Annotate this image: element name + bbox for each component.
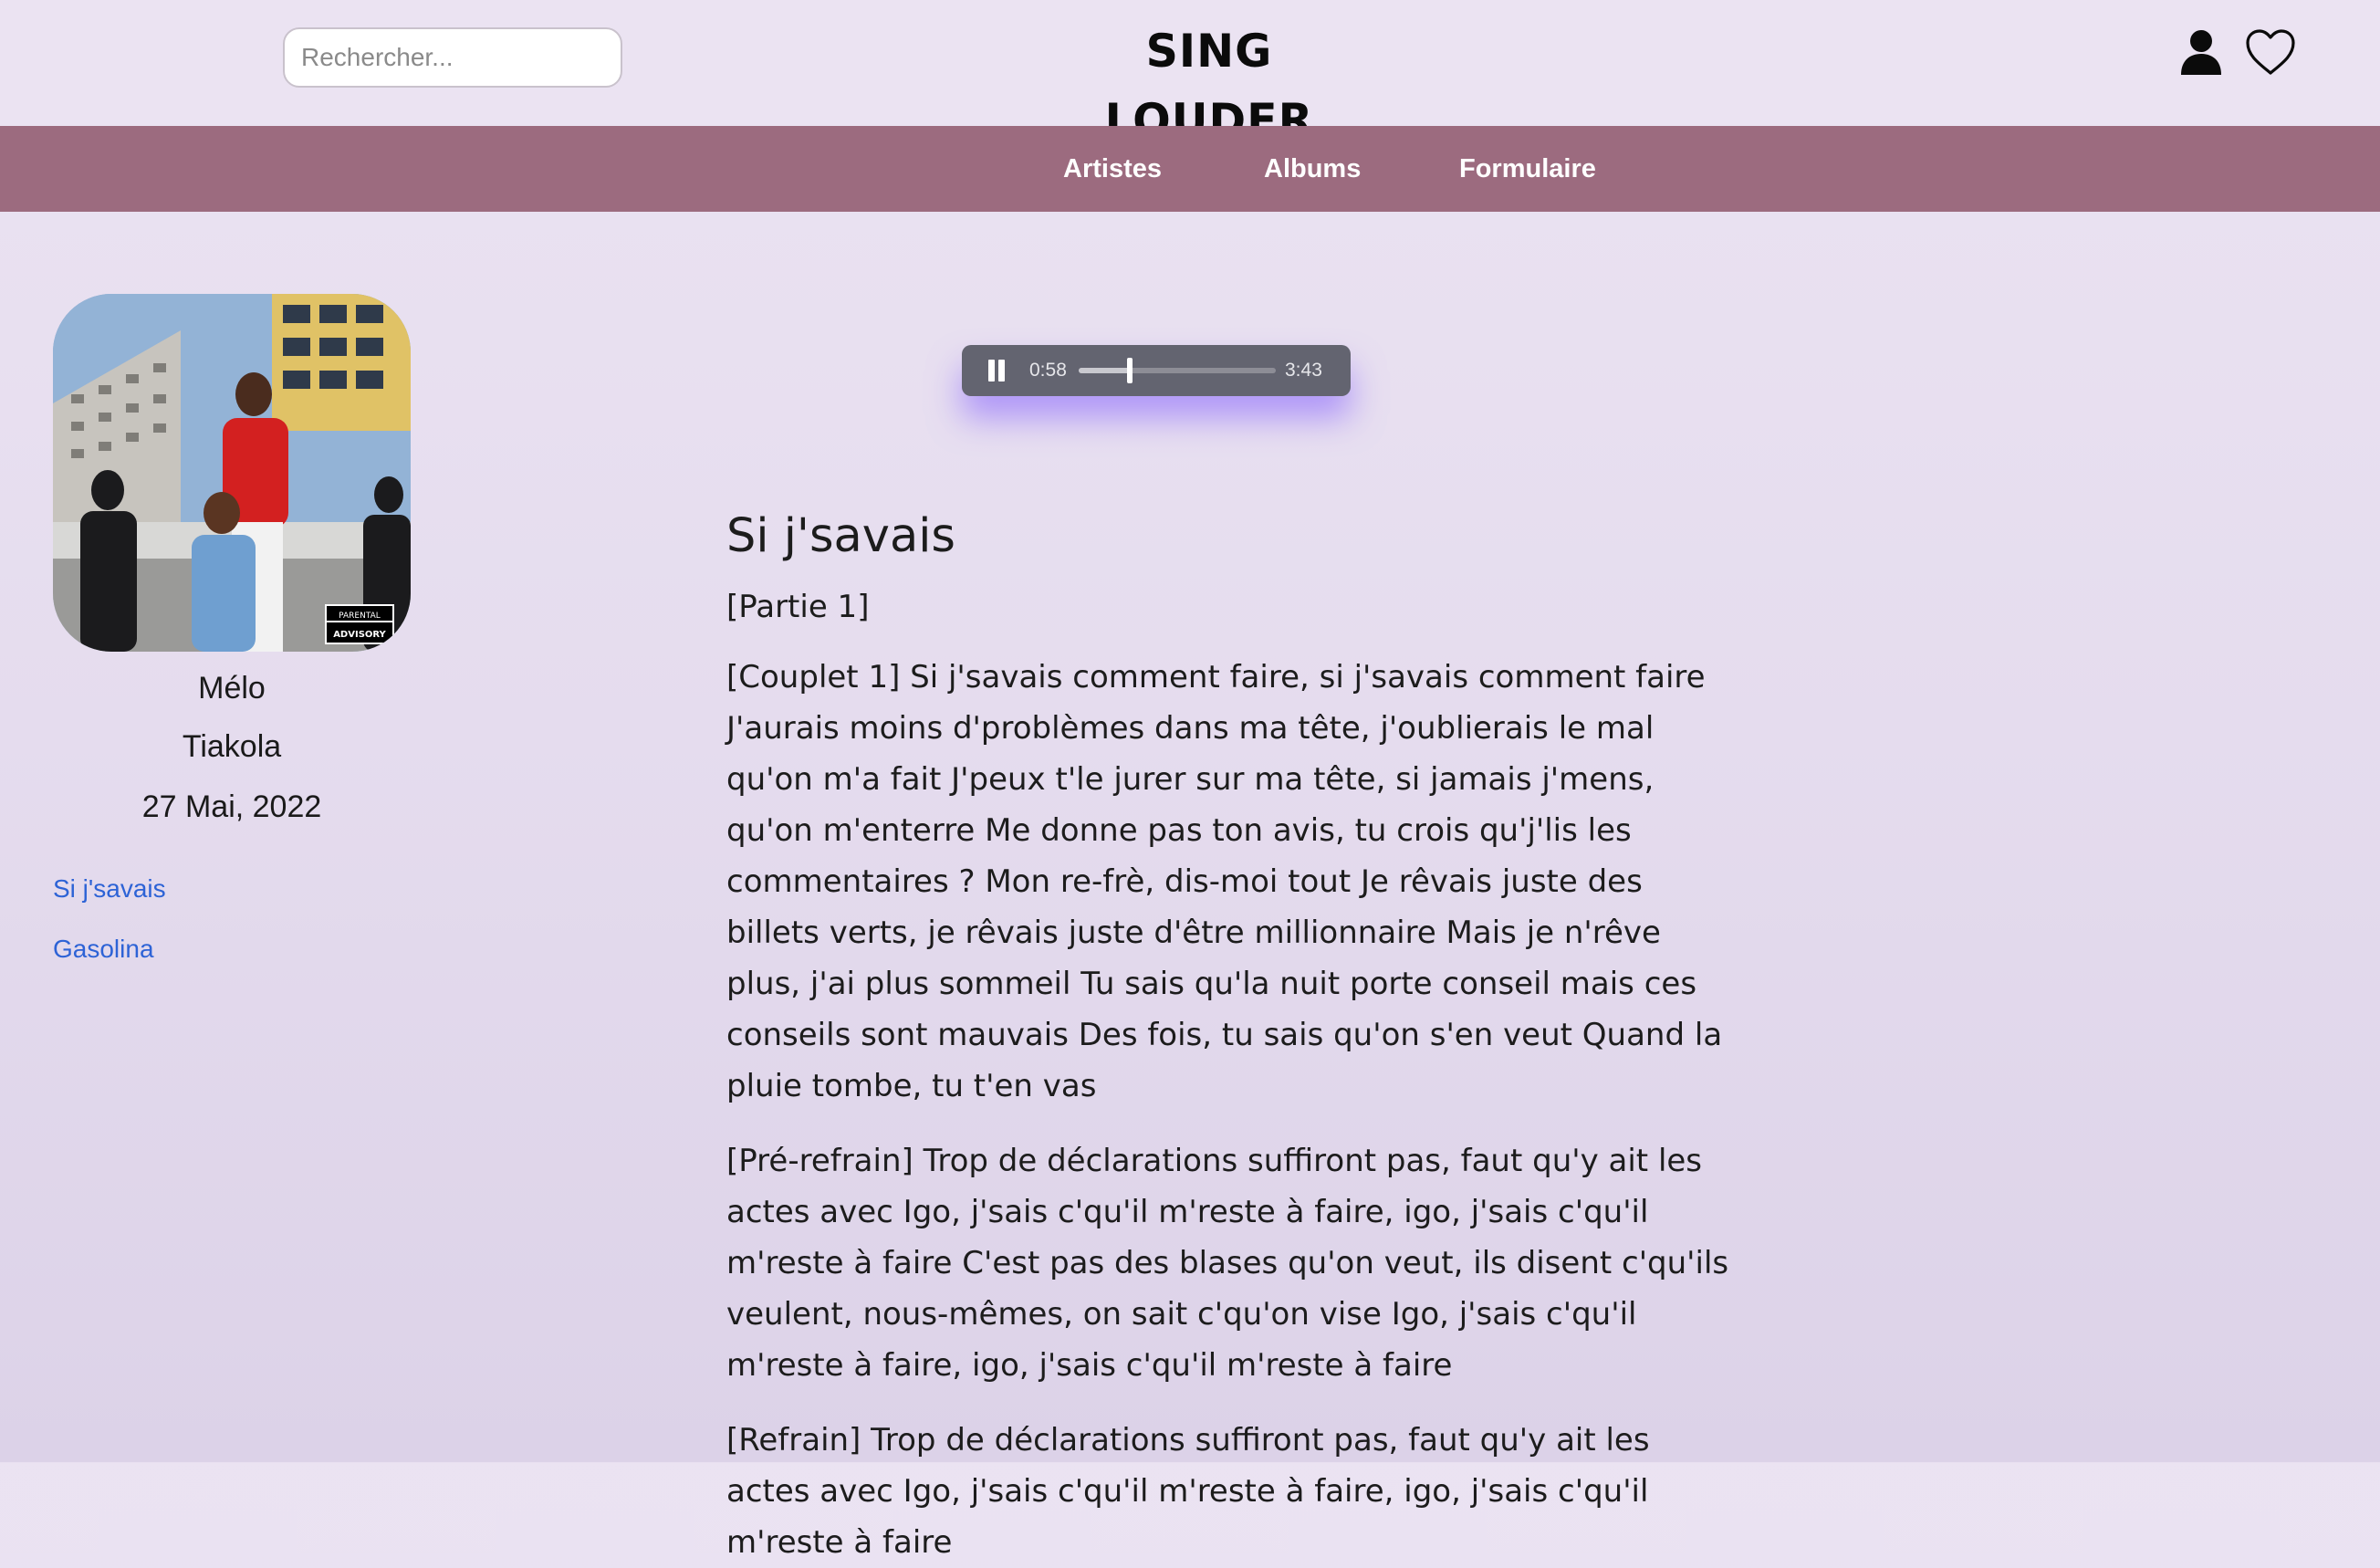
seek-bar[interactable] — [1079, 358, 1276, 383]
album-sidebar: PARENTAL ADVISORY Mélo Tiakola 27 Mai, 2… — [53, 294, 411, 993]
search-input[interactable] — [283, 27, 622, 88]
user-icon[interactable] — [2174, 26, 2229, 80]
lyrics-panel: Si j'savais [Partie 1] [Couplet 1] Si j'… — [726, 500, 1730, 1568]
main-nav: Artistes Albums Formulaire — [0, 126, 2380, 212]
track-link-si-jsavais[interactable]: Si j'savais — [53, 874, 166, 903]
song-title: Si j'savais — [726, 509, 955, 563]
album-release-date: 27 Mai, 2022 — [141, 789, 322, 824]
seek-thumb[interactable] — [1127, 358, 1133, 383]
nav-link-formulaire[interactable]: Formulaire — [1459, 126, 1596, 212]
song-part: [Partie 1] — [726, 589, 870, 625]
album-artist: Tiakola — [182, 729, 282, 764]
track-list: Si j'savais Gasolina — [53, 873, 411, 966]
track-link-gasolina[interactable]: Gasolina — [53, 935, 154, 963]
album-cover: PARENTAL ADVISORY — [53, 294, 411, 652]
pause-icon[interactable] — [987, 360, 1006, 382]
nav-link-albums[interactable]: Albums — [1264, 126, 1361, 212]
audio-player: 0:58 3:43 — [962, 345, 1351, 396]
track-list-item: Gasolina — [53, 933, 411, 966]
verse-pre-refrain: [Pré-refrain] Trop de déclarations suffi… — [726, 1143, 1729, 1384]
duration: 3:43 — [1285, 360, 1322, 381]
nav-link-artistes[interactable]: Artistes — [1063, 126, 1162, 212]
verse-refrain: [Refrain] Trop de déclarations suffiront… — [726, 1422, 1650, 1561]
current-time: 0:58 — [1029, 360, 1067, 381]
verse-couplet-1: [Couplet 1] Si j'savais comment faire, s… — [726, 659, 1723, 1104]
site-header: SING LOUDER — [0, 0, 2380, 147]
heart-icon[interactable] — [2243, 26, 2298, 80]
seek-bar-fill — [1079, 368, 1131, 373]
svg-text:PARENTAL: PARENTAL — [339, 612, 381, 621]
track-list-item: Si j'savais — [53, 873, 411, 905]
svg-text:ADVISORY: ADVISORY — [333, 630, 386, 640]
album-title: Mélo — [198, 671, 266, 706]
